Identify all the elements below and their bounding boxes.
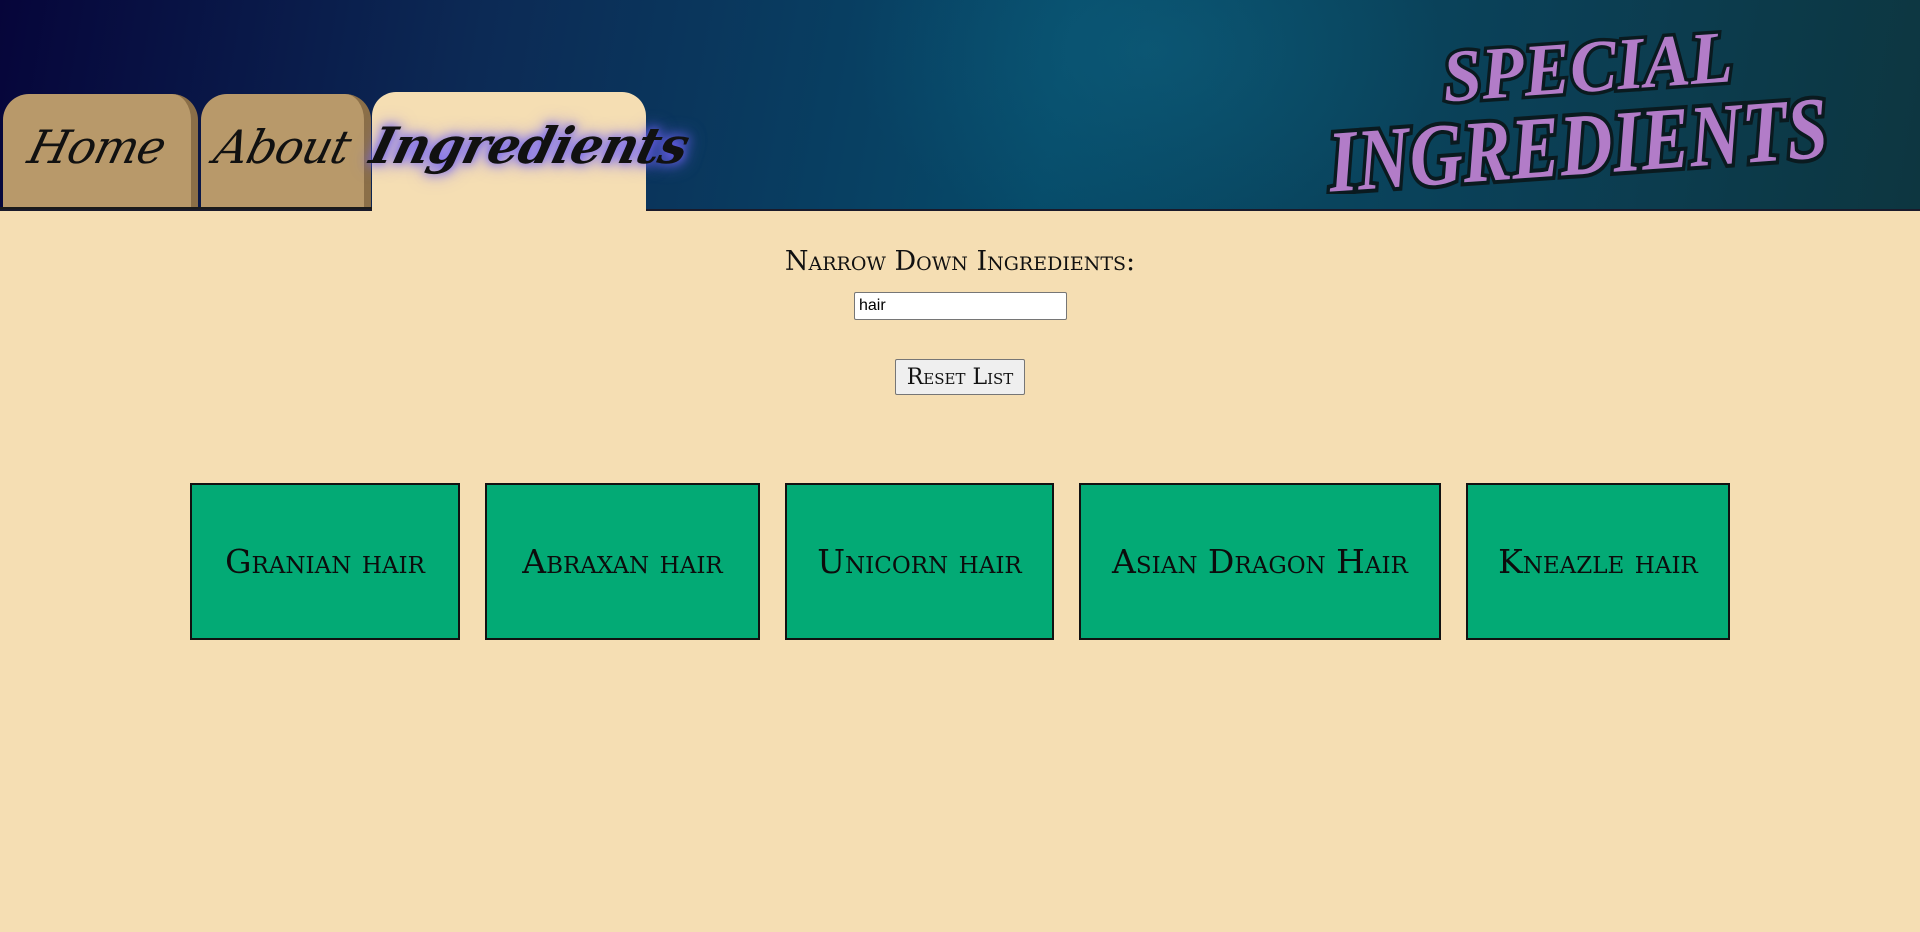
tab-about-label: About xyxy=(209,120,356,174)
tab-home-label: Home xyxy=(22,120,172,174)
ingredient-card[interactable]: Granian hair xyxy=(190,483,460,640)
special-ingredients-logo: SPECIAL INGREDIENTS xyxy=(1320,14,1834,194)
ingredient-card[interactable]: Unicorn hair xyxy=(785,483,1054,640)
reset-list-button[interactable]: Reset List xyxy=(895,359,1025,395)
tab-divider xyxy=(0,207,372,209)
tab-ingredients[interactable]: Ingredients xyxy=(365,92,695,211)
logo-line-ingredients: INGREDIENTS xyxy=(1324,80,1830,194)
ingredient-card[interactable]: Kneazle hair xyxy=(1466,483,1730,640)
filter-title: Narrow Down Ingredients: xyxy=(784,246,1136,277)
tab-about[interactable]: About xyxy=(201,94,371,209)
ingredient-search-input[interactable] xyxy=(854,292,1067,320)
ingredient-card[interactable]: Abraxan hair xyxy=(485,483,760,640)
tab-ingredients-label: Ingredients xyxy=(364,116,695,175)
tab-home[interactable]: Home xyxy=(3,94,198,209)
ingredient-card[interactable]: Asian Dragon Hair xyxy=(1079,483,1441,640)
